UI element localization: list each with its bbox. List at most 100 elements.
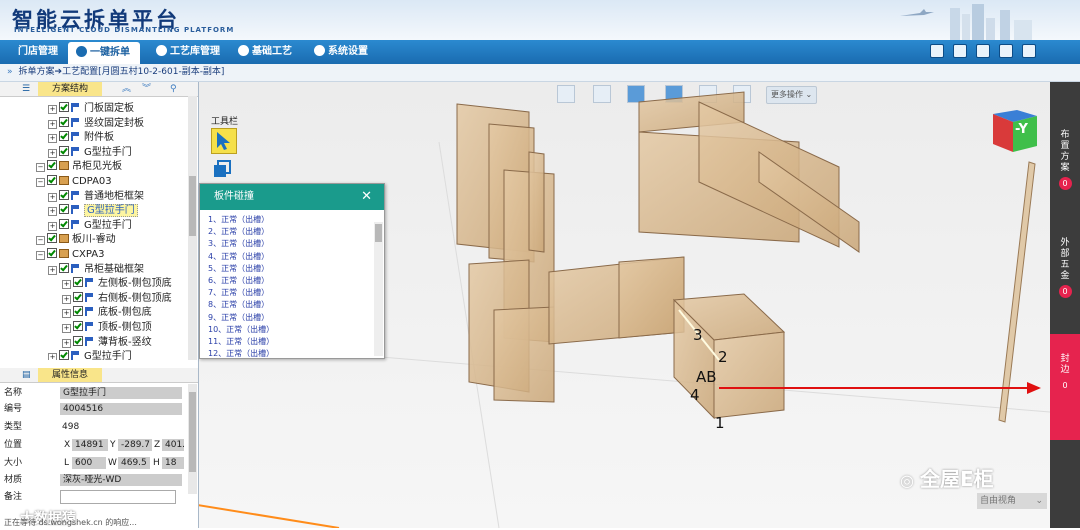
- expand-down-icon[interactable]: ︾: [142, 82, 151, 96]
- view-cube[interactable]: -Y: [991, 108, 1039, 156]
- expand-toggle-icon[interactable]: +: [48, 192, 57, 202]
- collision-item[interactable]: 6、正常（出槽）: [208, 275, 269, 287]
- tree-row[interactable]: + G型拉手门: [48, 145, 132, 160]
- prop-code-field[interactable]: 4004516: [60, 403, 182, 415]
- tree-row[interactable]: − CXPA3: [36, 248, 104, 262]
- expand-toggle-icon[interactable]: +: [62, 324, 71, 333]
- prop-material-field[interactable]: 深灰-哑光-WD: [60, 474, 182, 486]
- expand-toggle-icon[interactable]: +: [48, 148, 57, 158]
- pin-icon[interactable]: ▤: [22, 368, 31, 382]
- document-icon[interactable]: [953, 44, 967, 58]
- sidebar-edge-banding[interactable]: 封边 0: [1050, 334, 1080, 440]
- tree-row[interactable]: + G型拉手门: [48, 218, 132, 233]
- pos-x-field[interactable]: 14891: [72, 439, 108, 451]
- tree-checkbox[interactable]: [59, 189, 69, 200]
- tree-row[interactable]: + 右侧板-侧包顶底: [62, 291, 172, 306]
- breadcrumb-item-config[interactable]: 工艺配置[月圆五村10-2-601-副本-副本]: [62, 67, 224, 77]
- props-scrollbar-thumb[interactable]: [189, 392, 196, 472]
- pos-z-field[interactable]: 401.5: [162, 439, 184, 451]
- size-h-field[interactable]: 18: [162, 457, 184, 469]
- tree-row[interactable]: + 附件板: [48, 131, 114, 145]
- tree-checkbox[interactable]: [47, 233, 57, 244]
- expand-toggle-icon[interactable]: +: [62, 280, 71, 290]
- tree-checkbox[interactable]: [73, 291, 83, 302]
- expand-toggle-icon[interactable]: +: [62, 338, 71, 348]
- tree-checkbox[interactable]: [59, 102, 69, 112]
- nav-store-management[interactable]: 门店管理: [10, 40, 66, 64]
- tree-row[interactable]: + G型拉手门: [48, 350, 132, 360]
- collision-item[interactable]: 2、正常（出槽）: [208, 226, 269, 238]
- tree-row[interactable]: − 吊柜见光板: [36, 160, 122, 174]
- tree-checkbox[interactable]: [59, 131, 69, 142]
- expand-toggle-icon[interactable]: +: [48, 265, 57, 275]
- tree-checkbox[interactable]: [73, 277, 83, 288]
- nav-one-click-split[interactable]: 一键拆单: [68, 42, 140, 64]
- tree-row[interactable]: + 门板固定板: [48, 102, 134, 116]
- tree-row[interactable]: + 竖纹固定封板: [48, 116, 144, 131]
- collision-item[interactable]: 12、正常（出槽）: [208, 348, 274, 358]
- tree-row[interactable]: − CDPA03: [36, 175, 112, 189]
- pos-y-field[interactable]: -289.7: [118, 439, 152, 451]
- gear-icon[interactable]: [999, 44, 1013, 58]
- size-l-field[interactable]: 600: [72, 457, 106, 469]
- tree-scrollbar[interactable]: [188, 96, 197, 360]
- tree-row[interactable]: + 底板-侧包底: [62, 306, 152, 320]
- tree-row[interactable]: − 板川-睿动: [36, 233, 116, 247]
- tree-checkbox[interactable]: [73, 321, 83, 331]
- view-mode-select[interactable]: 自由视角 ⌄: [977, 493, 1047, 509]
- collision-item[interactable]: 5、正常（出槽）: [208, 263, 269, 275]
- dialog-scrollbar[interactable]: [374, 222, 383, 356]
- tree-checkbox[interactable]: [59, 116, 69, 127]
- size-w-field[interactable]: 469.5: [118, 457, 150, 469]
- tree-checkbox[interactable]: [59, 204, 69, 215]
- collapse-up-icon[interactable]: ︽: [122, 82, 131, 96]
- collision-item[interactable]: 8、正常（出槽）: [208, 299, 269, 311]
- tree-checkbox[interactable]: [47, 175, 57, 185]
- tree-row[interactable]: + 吊柜基础框架: [48, 262, 144, 277]
- tree-row[interactable]: + 左侧板-侧包顶底: [62, 277, 172, 291]
- collision-item[interactable]: 1、正常（出槽）: [208, 214, 269, 226]
- collision-item[interactable]: 3、正常（出槽）: [208, 238, 269, 250]
- expand-toggle-icon[interactable]: +: [48, 105, 57, 114]
- nav-process-library[interactable]: 工艺库管理: [148, 40, 228, 64]
- expand-toggle-icon[interactable]: −: [36, 236, 45, 246]
- menu-icon[interactable]: ☰: [22, 82, 30, 96]
- expand-toggle-icon[interactable]: +: [48, 353, 57, 360]
- expand-toggle-icon[interactable]: −: [36, 251, 45, 260]
- search-icon[interactable]: ⚲: [170, 82, 177, 96]
- tree-checkbox[interactable]: [47, 160, 57, 171]
- expand-toggle-icon[interactable]: +: [48, 119, 57, 129]
- breadcrumb-item-plan[interactable]: 拆单方案: [19, 67, 55, 77]
- sidebar-external-hardware[interactable]: 外部五金 0: [1050, 238, 1080, 310]
- expand-double-chevron-icon[interactable]: »: [7, 67, 13, 77]
- expand-toggle-icon[interactable]: +: [62, 294, 71, 304]
- expand-toggle-icon[interactable]: +: [48, 221, 57, 231]
- close-icon[interactable]: ✕: [361, 184, 372, 210]
- collision-item[interactable]: 7、正常（出槽）: [208, 287, 269, 299]
- tree-row[interactable]: + 薄背板-竖纹: [62, 335, 152, 350]
- expand-toggle-icon[interactable]: +: [48, 134, 57, 144]
- logout-icon[interactable]: [1022, 44, 1036, 58]
- collision-item[interactable]: 10、正常（出槽）: [208, 324, 274, 336]
- tree-checkbox[interactable]: [47, 248, 57, 258]
- collision-item[interactable]: 4、正常（出槽）: [208, 251, 269, 263]
- tree-checkbox[interactable]: [59, 262, 69, 273]
- tree-row[interactable]: + 普通地柜框架: [48, 189, 144, 204]
- tree-checkbox[interactable]: [59, 145, 69, 156]
- collision-item[interactable]: 11、正常（出槽）: [208, 336, 274, 348]
- tree-row[interactable]: + G型拉手门: [48, 204, 138, 218]
- prop-note-field[interactable]: [60, 490, 176, 504]
- tree-checkbox[interactable]: [73, 335, 83, 346]
- tree-scrollbar-thumb[interactable]: [189, 176, 196, 236]
- tree-checkbox[interactable]: [73, 306, 83, 317]
- expand-toggle-icon[interactable]: −: [36, 163, 45, 173]
- nav-basic-process[interactable]: 基础工艺: [230, 40, 300, 64]
- dialog-scrollbar-thumb[interactable]: [375, 224, 382, 242]
- expand-toggle-icon[interactable]: +: [48, 207, 57, 217]
- prop-name-field[interactable]: G型拉手门: [60, 387, 182, 399]
- home-icon[interactable]: [930, 44, 944, 58]
- sidebar-layout-plan[interactable]: 布置方案 0: [1050, 130, 1080, 202]
- props-scrollbar[interactable]: [188, 384, 197, 494]
- tree-checkbox[interactable]: [59, 350, 69, 360]
- collision-item[interactable]: 9、正常（出槽）: [208, 312, 269, 324]
